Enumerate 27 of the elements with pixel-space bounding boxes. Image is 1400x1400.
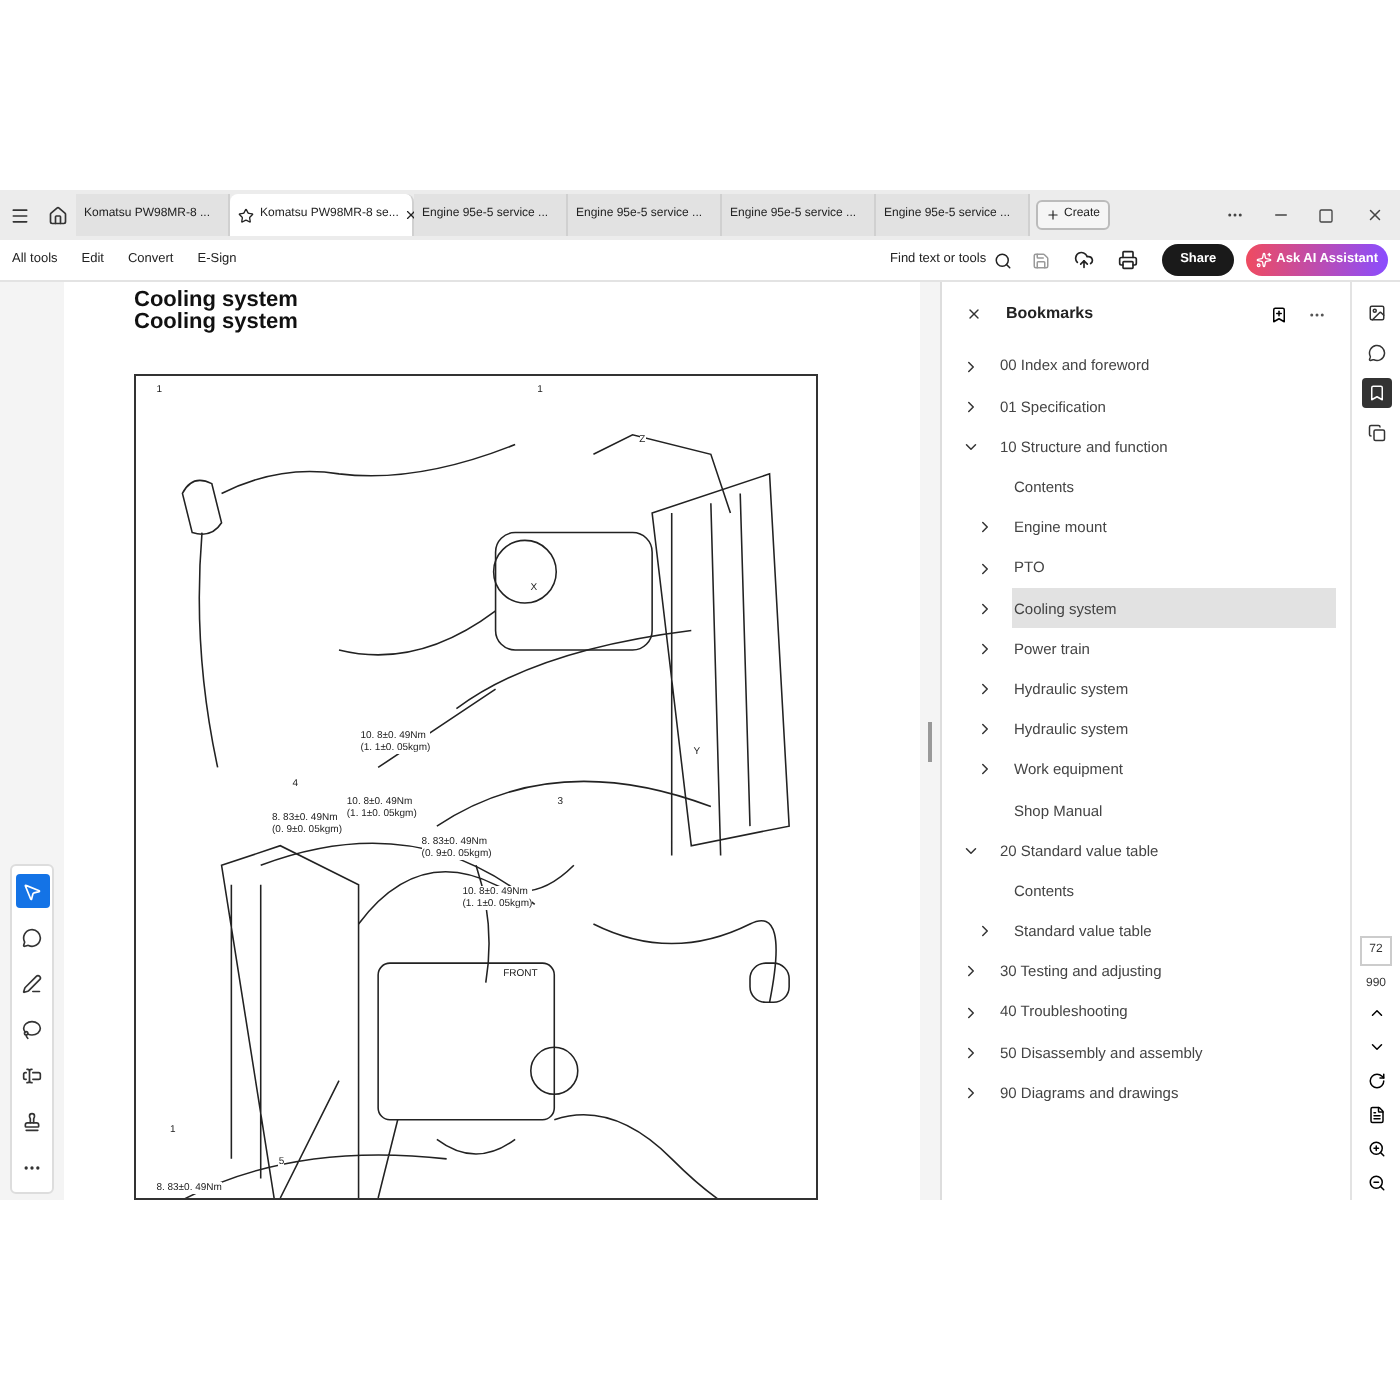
- zoom-in-icon[interactable]: [1367, 1140, 1385, 1158]
- bookmark-icon[interactable]: [1367, 384, 1385, 402]
- save-icon[interactable]: [1032, 251, 1051, 269]
- select-tool-icon[interactable]: [15, 874, 49, 908]
- star-icon[interactable]: [238, 207, 254, 223]
- document-icon[interactable]: [1367, 1106, 1385, 1124]
- close-icon[interactable]: [1366, 206, 1384, 224]
- home-icon[interactable]: [48, 205, 68, 225]
- previous-page-icon[interactable]: [1367, 1004, 1385, 1022]
- plus-icon: [1046, 208, 1060, 222]
- scrollbar-thumb[interactable]: [928, 722, 932, 762]
- rotate-icon[interactable]: [1367, 1072, 1385, 1090]
- add-bookmark-icon[interactable]: [1270, 305, 1288, 323]
- zoom-out-icon[interactable]: [1367, 1174, 1385, 1192]
- page-title: Cooling system: [134, 290, 300, 312]
- search-icon[interactable]: [994, 251, 1013, 269]
- next-page-icon[interactable]: [1367, 1038, 1385, 1056]
- sparkle-icon: [1256, 252, 1273, 268]
- comment-icon[interactable]: [1367, 344, 1385, 362]
- close-icon[interactable]: [966, 306, 982, 322]
- print-icon[interactable]: [1118, 250, 1139, 270]
- maximize-icon[interactable]: [1318, 207, 1334, 223]
- menu-icon[interactable]: [10, 205, 30, 225]
- page-subtitle: Cooling system: [134, 312, 300, 334]
- upload-icon[interactable]: [1074, 250, 1095, 270]
- panel-title: Bookmarks: [1006, 302, 1096, 326]
- copy-icon[interactable]: [1367, 424, 1385, 442]
